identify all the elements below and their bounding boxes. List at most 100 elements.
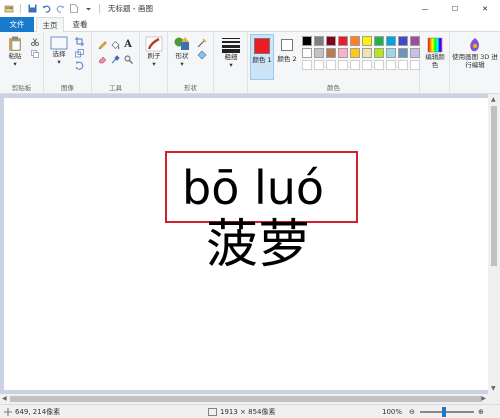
- custom-color-slot[interactable]: [326, 60, 336, 70]
- palette-color-swatch[interactable]: [314, 48, 324, 58]
- palette-color-swatch[interactable]: [386, 48, 396, 58]
- scroll-right-icon[interactable]: ▶: [481, 395, 486, 402]
- palette-color-swatch[interactable]: [410, 36, 420, 46]
- shapes-icon: [174, 37, 189, 50]
- palette-color-swatch[interactable]: [374, 36, 384, 46]
- paint3d-button[interactable]: 使用画图 3D 进行编辑: [452, 37, 498, 69]
- quick-access-toolbar: [0, 0, 102, 17]
- custom-color-slot[interactable]: [362, 60, 372, 70]
- brushes-button[interactable]: 刷子 ▾: [143, 36, 165, 68]
- resize-icon[interactable]: [74, 48, 84, 58]
- custom-color-slot[interactable]: [386, 60, 396, 70]
- custom-color-slot[interactable]: [314, 60, 324, 70]
- palette-color-swatch[interactable]: [374, 48, 384, 58]
- color2-swatch: [281, 39, 293, 51]
- shapes-group: 形状 ▾ 形状: [168, 32, 214, 94]
- shapes-button[interactable]: 形状 ▾: [171, 36, 193, 68]
- custom-color-slot[interactable]: [302, 60, 312, 70]
- custom-color-slot[interactable]: [398, 60, 408, 70]
- magnifier-icon[interactable]: [123, 54, 133, 64]
- custom-color-slot[interactable]: [410, 60, 420, 70]
- outline-icon[interactable]: [197, 38, 207, 48]
- text-tool-icon[interactable]: A: [123, 39, 133, 50]
- custom-color-slot[interactable]: [338, 60, 348, 70]
- tab-view[interactable]: 查看: [67, 17, 93, 32]
- zoom-out-icon[interactable]: ⊖: [409, 408, 415, 416]
- paste-button[interactable]: 粘贴 ▾: [4, 36, 26, 68]
- cut-icon[interactable]: [30, 37, 40, 47]
- pencil-icon[interactable]: [97, 40, 107, 50]
- canvas-workspace: bō luó 菠萝: [0, 94, 500, 400]
- scroll-up-icon[interactable]: ▲: [491, 96, 496, 103]
- palette-color-swatch[interactable]: [302, 36, 312, 46]
- chevron-down-icon: ▾: [229, 61, 233, 69]
- pinyin-text[interactable]: bō luó: [182, 162, 324, 214]
- zoom-slider-knob[interactable]: [442, 407, 447, 417]
- fill-icon[interactable]: [110, 40, 120, 50]
- hanzi-text[interactable]: 菠萝: [206, 216, 310, 274]
- crop-icon[interactable]: [74, 36, 84, 46]
- close-button[interactable]: ✕: [470, 0, 500, 17]
- palette-color-swatch[interactable]: [362, 36, 372, 46]
- drawing-canvas[interactable]: bō luó 菠萝: [4, 98, 488, 390]
- palette-color-swatch[interactable]: [398, 48, 408, 58]
- paint-app-icon[interactable]: [4, 4, 14, 14]
- palette-color-swatch[interactable]: [338, 48, 348, 58]
- horizontal-scroll-thumb[interactable]: [10, 396, 482, 402]
- palette-color-swatch[interactable]: [326, 48, 336, 58]
- palette-color-swatch[interactable]: [302, 48, 312, 58]
- copy-icon[interactable]: [30, 49, 40, 59]
- color1-swatch: [254, 38, 270, 54]
- color2-button[interactable]: 颜色 2: [276, 34, 298, 80]
- palette-color-swatch[interactable]: [350, 36, 360, 46]
- window-title: 无标题 - 画图: [108, 4, 153, 13]
- edit-colors-label: 编辑颜色: [425, 53, 445, 69]
- palette-color-swatch[interactable]: [410, 48, 420, 58]
- maximize-button[interactable]: ☐: [440, 0, 470, 17]
- minimize-button[interactable]: —: [410, 0, 440, 17]
- new-file-icon[interactable]: [69, 4, 79, 14]
- palette-color-swatch[interactable]: [398, 36, 408, 46]
- customize-toolbar-icon[interactable]: [83, 4, 93, 14]
- redo-icon[interactable]: [55, 4, 65, 14]
- ribbon-tabs: 文件 主页 查看: [0, 17, 500, 33]
- palette-color-swatch[interactable]: [326, 36, 336, 46]
- undo-icon[interactable]: [41, 4, 51, 14]
- image-group-label: 图像: [61, 84, 74, 92]
- palette-color-swatch[interactable]: [350, 48, 360, 58]
- size-label: 粗细: [224, 53, 238, 61]
- brushes-label: 刷子: [147, 52, 161, 60]
- palette-color-swatch[interactable]: [338, 36, 348, 46]
- size-group: 粗细 ▾: [214, 32, 248, 94]
- color1-button[interactable]: 颜色 1: [250, 34, 274, 80]
- scroll-down-icon[interactable]: ▼: [491, 385, 496, 392]
- colors-group-label: 颜色: [327, 84, 340, 92]
- select-icon: [50, 36, 68, 50]
- horizontal-scrollbar[interactable]: ◀ ▶: [0, 394, 500, 404]
- zoom-in-icon[interactable]: ⊕: [478, 407, 484, 417]
- size-button[interactable]: 粗细 ▾: [219, 37, 243, 69]
- fill-shape-icon[interactable]: [197, 50, 207, 60]
- tab-file[interactable]: 文件: [0, 17, 34, 32]
- chevron-down-icon: ▾: [13, 60, 17, 68]
- palette-color-swatch[interactable]: [314, 36, 324, 46]
- scroll-left-icon[interactable]: ◀: [2, 395, 7, 402]
- custom-color-slot[interactable]: [350, 60, 360, 70]
- color-picker-icon[interactable]: [110, 54, 120, 64]
- vertical-scrollbar[interactable]: ▲ ▼: [488, 94, 500, 394]
- divider: [99, 3, 100, 14]
- save-icon[interactable]: [27, 4, 37, 14]
- zoom-slider[interactable]: [420, 407, 474, 417]
- palette-color-swatch[interactable]: [386, 36, 396, 46]
- shapes-group-label: 形状: [184, 84, 197, 92]
- rotate-icon[interactable]: [74, 60, 84, 70]
- select-button[interactable]: 选择 ▾: [48, 36, 70, 66]
- custom-color-slot[interactable]: [374, 60, 384, 70]
- edit-colors-button[interactable]: 编辑颜色: [423, 37, 447, 69]
- palette-color-swatch[interactable]: [362, 48, 372, 58]
- color1-label: 颜色 1: [252, 56, 272, 64]
- eraser-icon[interactable]: [97, 54, 107, 64]
- vertical-scroll-thumb[interactable]: [491, 106, 497, 266]
- tab-home[interactable]: 主页: [36, 17, 64, 33]
- paint3d-group: 使用画图 3D 进行编辑: [450, 32, 500, 94]
